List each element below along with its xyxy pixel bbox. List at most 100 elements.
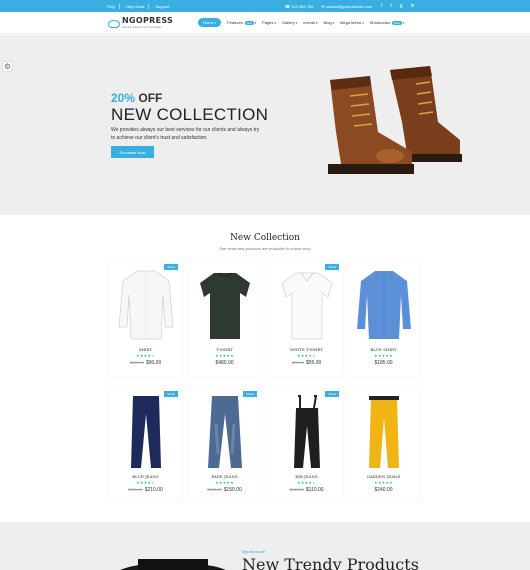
nav-item-shortcodes[interactable]: Shortcodes New ▾: [370, 20, 405, 25]
current-price: $480.00: [215, 360, 234, 366]
brand-tagline: Wedding & Events in the Templates: [122, 26, 162, 29]
promo-tag: Big discount!: [242, 549, 265, 554]
product-name[interactable]: FADE JEANS: [188, 474, 261, 479]
facebook-icon[interactable]: f: [381, 3, 382, 9]
product-name[interactable]: BLUE JEANS: [109, 474, 182, 479]
rating-stars: ★★★★★: [374, 353, 393, 358]
product-name[interactable]: GARDEN JEANS: [347, 474, 420, 479]
nav-item-mega-menu[interactable]: Mega Menu ▾: [340, 20, 364, 25]
logo-icon: [107, 18, 120, 28]
product-card[interactable]: SALE BLUE JEANS ★★★★★ $260.00 $210.00: [109, 390, 182, 503]
old-price: $160.00: [207, 487, 222, 492]
chevron-down-icon: ▾: [254, 20, 257, 25]
product-name[interactable]: BLUE SHIRT: [347, 347, 420, 352]
nav-item-blog[interactable]: Blog ▾: [324, 20, 335, 25]
product-card[interactable]: GARDEN JEANS ★★★★★ $240.00: [347, 390, 420, 503]
product-card[interactable]: T-SHIRT ★★★★★ $480.00: [188, 263, 261, 376]
purchase-now-button[interactable]: Purchase Now: [111, 146, 154, 158]
google-plus-icon[interactable]: g: [400, 3, 403, 9]
hero-description: We provides always our best services for…: [111, 127, 260, 141]
phone-number: 123 456 789: [291, 4, 314, 9]
hero-offer: 20% OFF: [111, 91, 162, 105]
bib-jeans-image: [294, 395, 320, 468]
white-tshirt-image: [281, 272, 333, 340]
social-links: f t g in: [381, 3, 414, 9]
chevron-down-icon: ▾: [332, 20, 335, 25]
linkedin-icon[interactable]: in: [411, 3, 415, 9]
chevron-down-icon: ▾: [295, 20, 298, 25]
chevron-down-icon: ▾: [214, 20, 217, 25]
current-price: $150.00: [223, 487, 242, 493]
promo-title: New Trendy Products: [242, 555, 419, 570]
old-price: $110.00: [129, 360, 144, 365]
fade-jeans-image: [208, 396, 242, 468]
product-price: $70.00 $55.00: [270, 360, 343, 366]
shirt-image: [118, 270, 174, 340]
faq-link[interactable]: FAQ: [107, 4, 121, 9]
offer-label: OFF: [138, 91, 163, 105]
current-price: $110.00: [305, 487, 324, 493]
contact-info: ☎ 123 456 789 ✉ contact@yourdomain.com: [285, 4, 372, 9]
product-price: $110.00 $90.00: [109, 360, 182, 366]
current-price: $90.00: [145, 360, 162, 366]
top-bar: FAQ Help Desk Support ☎ 123 456 789 ✉ co…: [0, 0, 530, 12]
phone-text: ☎ 123 456 789: [285, 4, 314, 9]
nav-label: Mega Menu: [340, 20, 362, 25]
product-card[interactable]: BLUE SHIRT ★★★★★ $185.00: [347, 263, 420, 376]
section-subtitle: See what new products are available in o…: [219, 246, 311, 251]
garden-jeans-image: [369, 396, 399, 468]
nav-item-pages[interactable]: Pages ▾: [262, 20, 276, 25]
rating-stars: ★★★★★: [215, 353, 234, 358]
nav-item-home[interactable]: Home ▾: [198, 18, 222, 27]
product-price: $130.00 $110.00: [270, 487, 343, 493]
nav-label: Gallery: [282, 20, 295, 25]
hero-title: NEW COLLECTION: [111, 105, 269, 124]
nav-item-events[interactable]: events ▾: [303, 20, 317, 25]
product-card[interactable]: SALE BIB JEANS ★★★★★ $130.00 $110.00: [270, 390, 343, 503]
nav-label: events: [303, 20, 316, 25]
hat-image: [120, 559, 226, 570]
product-name[interactable]: SHIRT: [109, 347, 182, 352]
email-address[interactable]: contact@yourdomain.com: [326, 4, 373, 9]
site-logo[interactable]: NGOPRESS Wedding & Events in the Templat…: [107, 16, 173, 29]
blue-shirt-image: [357, 271, 411, 339]
product-name[interactable]: BIB JEANS: [270, 474, 343, 479]
product-price: $240.00: [347, 487, 420, 493]
brand-name: NGOPRESS: [122, 16, 174, 25]
rating-stars: ★★★★★: [297, 480, 316, 485]
current-price: $210.00: [144, 487, 163, 493]
site-header: NGOPRESS Wedding & Events in the Templat…: [0, 12, 530, 34]
product-card[interactable]: SALE FADE JEANS ★★★★★ $160.00 $150.00: [188, 390, 261, 503]
support-link[interactable]: Support: [155, 4, 173, 9]
product-card[interactable]: SALE WHITE T-SHIRT ★★★★★ $70.00 $55.00: [270, 263, 343, 376]
tshirt-image: [200, 272, 250, 339]
product-price: $260.00 $210.00: [109, 487, 182, 493]
nav-label: Home: [203, 20, 214, 25]
product-name[interactable]: T-SHIRT: [188, 347, 261, 352]
product-card[interactable]: SALE SHIRT ★★★★★ $110.00 $90.00: [109, 263, 182, 376]
nav-label: Features: [227, 20, 243, 25]
new-badge: New: [391, 20, 402, 25]
hot-badge: Hot: [244, 20, 254, 25]
nav-label: Pages: [262, 20, 274, 25]
nav-item-features[interactable]: Features Hot ▾: [227, 20, 256, 25]
help-desk-link[interactable]: Help Desk: [126, 4, 150, 9]
product-name[interactable]: WHITE T-SHIRT: [270, 347, 343, 352]
rating-stars: ★★★★★: [136, 480, 155, 485]
email-text[interactable]: ✉ contact@yourdomain.com: [321, 4, 372, 9]
chevron-down-icon: ▾: [402, 20, 405, 25]
old-price: $130.00: [289, 487, 304, 492]
chevron-down-icon: ▾: [274, 20, 277, 25]
gear-icon[interactable]: ⚙: [2, 61, 13, 72]
product-price: $160.00 $150.00: [188, 487, 261, 493]
chevron-down-icon: ▾: [316, 20, 318, 25]
nav-label: Blog: [323, 20, 332, 25]
boots-image: [328, 66, 462, 174]
nav-label: Shortcodes: [369, 20, 390, 25]
nav-item-gallery[interactable]: Gallery ▾: [282, 20, 297, 25]
main-nav: Home ▾ Features Hot ▾ Pages ▾ Gallery ▾ event…: [198, 18, 404, 27]
twitter-icon[interactable]: t: [390, 3, 391, 9]
top-links: FAQ Help Desk Support: [107, 4, 173, 9]
current-price: $240.00: [374, 487, 393, 493]
rating-stars: ★★★★★: [374, 480, 393, 485]
